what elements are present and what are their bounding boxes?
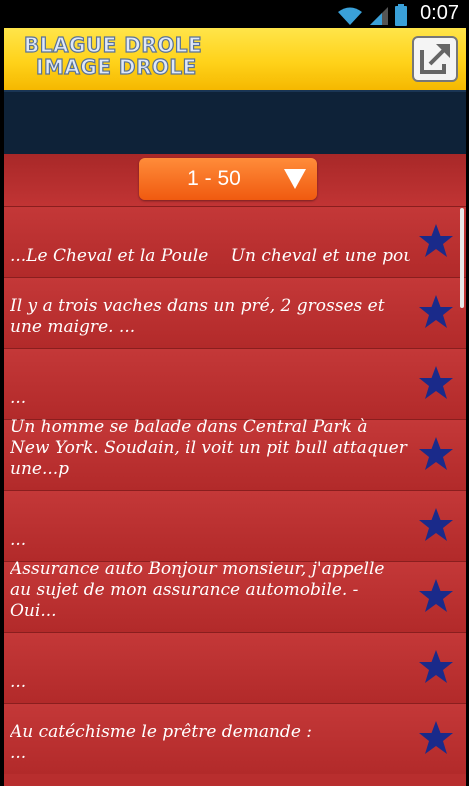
- list-item[interactable]: Au catéchisme le prêtre demande : ...: [4, 703, 466, 774]
- star-icon[interactable]: [418, 578, 454, 614]
- joke-preview: Il y a trois vaches dans un pré, 2 gross…: [10, 296, 385, 337]
- joke-rows: ...Le Cheval et la Poule Un cheval et un…: [4, 206, 466, 774]
- wifi-icon: [338, 7, 362, 25]
- ad-banner-area: [4, 90, 466, 156]
- star-icon[interactable]: [418, 223, 454, 259]
- logo-line-2: IMAGE DROLE: [35, 55, 197, 79]
- joke-preview: ...: [10, 672, 27, 692]
- logo-line-1: BLAGUE DROLE: [23, 33, 203, 57]
- star-icon[interactable]: [418, 294, 454, 330]
- joke-preview: Un homme se balade dans Central Park à N…: [10, 417, 407, 479]
- star-icon[interactable]: [418, 365, 454, 401]
- star-icon[interactable]: [418, 649, 454, 685]
- joke-preview: ...: [10, 530, 27, 550]
- status-time: 0:07: [420, 2, 459, 24]
- signal-icon: [370, 7, 388, 25]
- list-item[interactable]: ...: [4, 632, 466, 703]
- list-item[interactable]: Assurance auto Bonjour monsieur, j'appel…: [4, 559, 466, 632]
- page-range-label: 1 - 50: [187, 167, 241, 190]
- share-icon[interactable]: [410, 34, 460, 84]
- list-item[interactable]: ...: [4, 348, 466, 419]
- battery-icon: [395, 4, 407, 26]
- app-header: BLAGUE DROLE IMAGE DROLE: [4, 28, 466, 90]
- dropdown-arrow-icon: [284, 169, 306, 189]
- list-item[interactable]: ...Le Cheval et la Poule Un cheval et un…: [4, 206, 466, 277]
- star-icon[interactable]: [418, 507, 454, 543]
- list-item[interactable]: Un homme se balade dans Central Park à N…: [4, 417, 466, 490]
- star-icon[interactable]: [418, 720, 454, 756]
- joke-preview: ...: [10, 388, 27, 408]
- joke-preview: Au catéchisme le prêtre demande : ...: [10, 722, 313, 763]
- status-bar: 0:07: [0, 0, 469, 28]
- star-icon[interactable]: [418, 436, 454, 472]
- status-icons: [337, 4, 407, 26]
- page-range-dropdown[interactable]: 1 - 50: [139, 158, 317, 200]
- joke-preview: ...Le Cheval et la Poule Un cheval et un…: [10, 246, 410, 266]
- list-item[interactable]: Il y a trois vaches dans un pré, 2 gross…: [4, 277, 466, 348]
- pager-row: 1 - 50: [4, 154, 466, 206]
- joke-list: 1 - 50 ...Le Cheval et la Poule Un cheva…: [4, 154, 466, 786]
- list-scrollbar[interactable]: [460, 208, 464, 308]
- app-logo: BLAGUE DROLE IMAGE DROLE: [23, 33, 203, 79]
- list-item[interactable]: ...: [4, 490, 466, 561]
- joke-preview: Assurance auto Bonjour monsieur, j'appel…: [10, 559, 385, 621]
